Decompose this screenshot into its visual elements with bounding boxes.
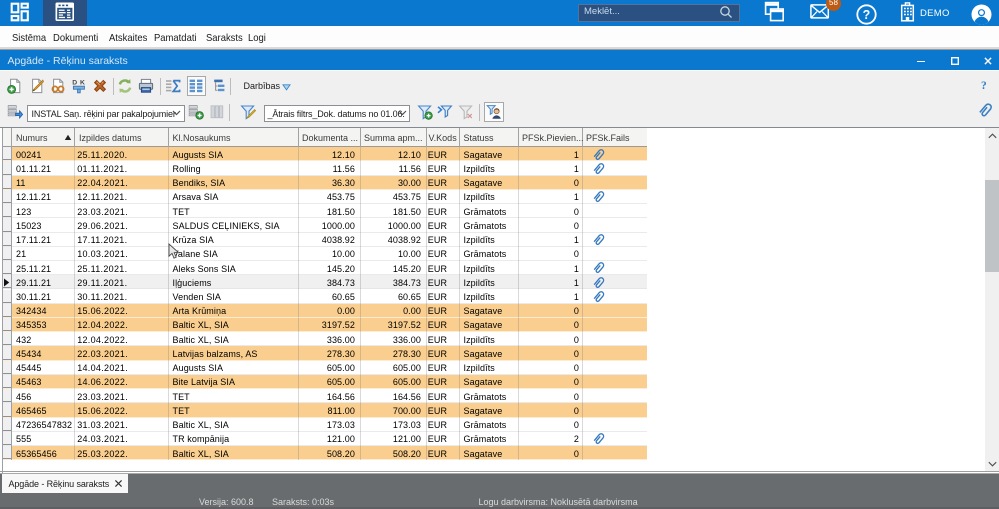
- svg-text:?: ?: [862, 7, 870, 21]
- svg-text:D: D: [72, 80, 77, 87]
- svg-text:K: K: [80, 80, 85, 87]
